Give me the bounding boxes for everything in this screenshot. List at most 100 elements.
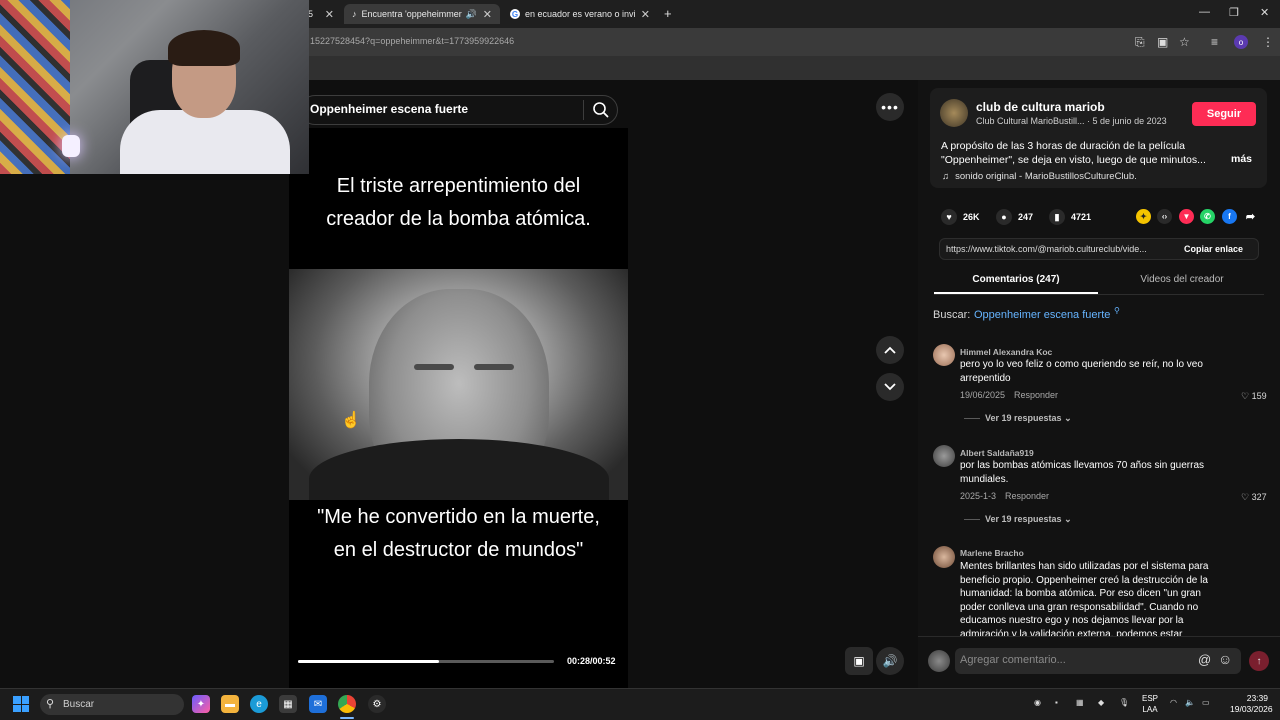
close-icon[interactable]: ✕: [319, 8, 334, 21]
restore-icon[interactable]: ❐: [1229, 6, 1239, 19]
tab-comments[interactable]: Comentarios (247): [934, 274, 1098, 285]
chrome-icon[interactable]: [338, 695, 356, 713]
comment-line: educamos nuestro ego y nos dejamos lleva…: [960, 615, 1184, 626]
author-subtitle: Club Cultural MarioBustill... · 5 de jun…: [976, 116, 1167, 126]
comment-like[interactable]: ♡ 159: [1241, 391, 1267, 402]
taskbar-search[interactable]: [40, 694, 184, 715]
more-options-icon[interactable]: •••: [876, 93, 904, 121]
reply-button[interactable]: Responder: [1005, 491, 1049, 501]
close-icon[interactable]: ✕: [635, 8, 650, 21]
reply-button[interactable]: Responder: [1014, 390, 1058, 400]
chevron-down-icon[interactable]: [876, 373, 904, 401]
menu-icon[interactable]: ⋮: [1262, 35, 1274, 49]
sound-info[interactable]: ♫ sonido original - MarioBustillosCulture…: [942, 171, 1137, 182]
settings-icon[interactable]: ⚙: [368, 695, 386, 713]
comment-date: 2025-1-3: [960, 491, 997, 501]
comment-avatar[interactable]: [933, 344, 955, 366]
tray-app-icon[interactable]: ▪: [1055, 698, 1058, 707]
picture-in-picture-icon[interactable]: ▣: [845, 647, 873, 675]
edge-icon[interactable]: e: [250, 695, 268, 713]
embed-icon[interactable]: ‹›: [1157, 209, 1172, 224]
more-link[interactable]: más: [1231, 153, 1252, 165]
comment-username[interactable]: Himmel Alexandra Koc: [960, 347, 1052, 357]
chevron-up-icon[interactable]: [876, 336, 904, 364]
comment-line: admiración y la validación externa, pode…: [960, 628, 1183, 637]
browser-tab-google[interactable]: G en ecuador es verano o inviern ✕: [502, 4, 658, 24]
profile-avatar[interactable]: o: [1234, 35, 1248, 49]
mail-icon[interactable]: ✉: [309, 695, 327, 713]
body-shape: [120, 110, 290, 174]
keyboard-layout: LAA: [1142, 705, 1158, 714]
whatsapp-icon[interactable]: ✆: [1200, 209, 1215, 224]
view-replies-button[interactable]: Ver 19 respuestas ⌄: [985, 514, 1072, 525]
microphone-icon[interactable]: 🎙: [1119, 698, 1129, 707]
volume-icon[interactable]: 🔊: [876, 647, 904, 675]
like-stat[interactable]: ♥ 26K: [941, 209, 980, 225]
view-replies-button[interactable]: Ver 19 respuestas ⌄: [985, 413, 1072, 424]
close-window-icon[interactable]: ✕: [1260, 6, 1269, 19]
bookmark-star-icon[interactable]: ☆: [1179, 35, 1190, 49]
comment-text: Mentes brillantes han sido utilizadas po…: [960, 560, 1230, 636]
tray-app-icon[interactable]: ◆: [1098, 698, 1104, 707]
new-tab-button[interactable]: +: [664, 6, 672, 21]
comment-line: mundiales.: [960, 473, 1009, 485]
translate-icon[interactable]: ⎘: [1135, 35, 1145, 50]
file-explorer-icon[interactable]: ▬: [221, 695, 239, 713]
send-to-friend-icon[interactable]: ▼: [1179, 209, 1194, 224]
tray-app-icon[interactable]: ◉: [1034, 698, 1041, 707]
emoji-icon[interactable]: ☺: [1218, 651, 1232, 667]
copilot-icon[interactable]: ✦: [192, 695, 210, 713]
author-name[interactable]: club de cultura mariob: [976, 100, 1105, 114]
comment-search-term[interactable]: Oppenheimer escena fuerte: [974, 309, 1110, 321]
browser-tab-active[interactable]: ♪ Encuentra 'oppeheimmer' e 🔊 ✕: [344, 4, 500, 24]
facebook-icon[interactable]: f: [1222, 209, 1237, 224]
comment-clip-region: Marlene Bracho Mentes brillantes han sid…: [918, 540, 1280, 636]
tab-active-indicator: [934, 292, 1098, 294]
comment-username[interactable]: Albert Saldaña919: [960, 448, 1034, 458]
comment-text: por las bombas atómicas llevamos 70 años…: [960, 459, 1225, 486]
share-link[interactable]: https://www.tiktok.com/@mariob.culturecl…: [946, 244, 1171, 254]
comment-avatar[interactable]: [933, 445, 955, 467]
store-icon[interactable]: ▦: [279, 695, 297, 713]
comment-date: 19/06/2025: [960, 390, 1006, 400]
comment-search-prefix: Buscar:: [933, 309, 971, 321]
like-count: 26K: [963, 212, 980, 222]
comment-stat[interactable]: ● 247: [996, 209, 1033, 225]
install-icon[interactable]: ▣: [1157, 35, 1168, 49]
video-progress-fill: [298, 660, 439, 663]
follow-button[interactable]: Seguir: [1192, 102, 1256, 126]
copy-link-button[interactable]: Copiar enlace: [1184, 244, 1243, 254]
thread-line: [964, 519, 980, 520]
heart-outline-icon: ♡: [1241, 391, 1250, 401]
comment-username[interactable]: Marlene Bracho: [960, 548, 1024, 558]
search-icon[interactable]: [590, 99, 612, 121]
media-control-icon[interactable]: ≡: [1211, 35, 1218, 49]
coin-icon[interactable]: ✦: [1136, 209, 1151, 224]
comment-like[interactable]: ♡ 327: [1241, 492, 1267, 503]
tab-creator-videos[interactable]: Videos del creador: [1100, 274, 1264, 285]
search-input[interactable]: Oppenheimer escena fuerte: [310, 102, 468, 116]
chevron-down-icon: ⌄: [1064, 413, 1072, 423]
search-icon[interactable]: ⚲: [1114, 306, 1120, 315]
video-time: 00:28/00:52: [567, 656, 616, 666]
save-stat[interactable]: ▮ 4721: [1049, 209, 1091, 225]
wifi-icon[interactable]: ◠: [1170, 698, 1177, 707]
system-clock[interactable]: 23:39 19/03/2026: [1230, 693, 1273, 715]
comment-text: pero yo lo veo feliz o como queriendo se…: [960, 358, 1225, 385]
search-divider: [583, 100, 584, 120]
comment-line: beneficio propio. Oppenheimer creó la de…: [960, 574, 1208, 586]
url-field[interactable]: 15227528454?q=oppeheimmer&t=177395992264…: [310, 36, 514, 46]
mention-icon[interactable]: @: [1198, 652, 1211, 667]
close-icon[interactable]: ✕: [477, 8, 492, 21]
tray-app-icon[interactable]: ▦: [1076, 698, 1084, 707]
minimize-icon[interactable]: —: [1199, 6, 1210, 18]
language-indicator[interactable]: ESP LAA: [1141, 693, 1159, 715]
send-comment-button[interactable]: ↑: [1249, 651, 1269, 671]
volume-icon[interactable]: 🔈: [1185, 698, 1195, 707]
author-avatar[interactable]: [940, 99, 968, 127]
battery-icon[interactable]: ▭: [1202, 698, 1210, 707]
share-arrow-icon[interactable]: ➦: [1243, 209, 1258, 224]
comment-avatar[interactable]: [933, 546, 955, 568]
speaker-icon[interactable]: 🔊: [466, 9, 477, 20]
windows-start-icon[interactable]: [13, 696, 29, 712]
